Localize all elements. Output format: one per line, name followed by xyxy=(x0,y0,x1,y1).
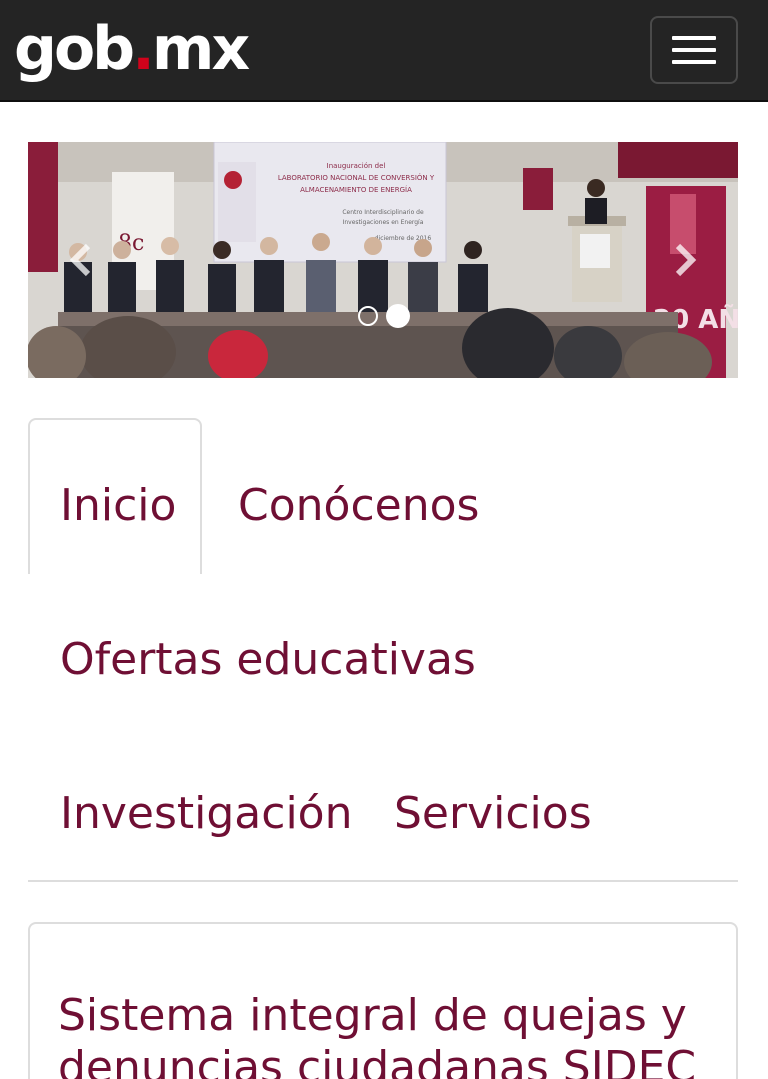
hamburger-menu-icon-bar xyxy=(672,48,716,52)
tab-investigacion[interactable]: Investigación xyxy=(60,788,353,840)
carousel-slide-image: 8c Inauguración del LABORATORIO NACIONAL… xyxy=(28,142,738,378)
chevron-left-icon xyxy=(69,243,91,277)
hamburger-menu-icon-bar xyxy=(672,60,716,64)
panel-title-link[interactable]: Sistema integral de quejas y denuncias c… xyxy=(58,990,718,1079)
banner-line-3: ALMACENAMIENTO DE ENERGÍA xyxy=(300,185,412,194)
tab-conocenos[interactable]: Conócenos xyxy=(238,480,479,532)
menu-toggle-button[interactable] xyxy=(650,16,738,84)
top-navbar: gob.mx xyxy=(0,0,768,102)
tab-ofertas-educativas[interactable]: Ofertas educativas xyxy=(60,634,476,686)
gobmx-logo[interactable]: gob.mx xyxy=(14,14,250,84)
chevron-right-icon xyxy=(675,243,697,277)
logo-text-gob: gob xyxy=(14,14,135,84)
carousel-next-button[interactable] xyxy=(666,240,702,280)
logo-dot: . xyxy=(132,14,155,84)
banner-sub-1: Centro Interdisciplinario de xyxy=(342,209,424,216)
carousel-indicator-1[interactable] xyxy=(358,306,378,326)
tab-inicio[interactable]: Inicio xyxy=(60,480,176,532)
section-tabs: Inicio Conócenos Ofertas educativas Inve… xyxy=(28,418,738,882)
tabs-divider xyxy=(28,880,738,882)
hamburger-menu-icon xyxy=(672,36,716,40)
carousel-prev-button[interactable] xyxy=(64,240,100,280)
content-panel: Sistema integral de quejas y denuncias c… xyxy=(28,922,738,1079)
carousel-indicator-2-active[interactable] xyxy=(386,304,410,328)
tab-servicios[interactable]: Servicios xyxy=(394,788,592,840)
image-carousel[interactable]: 8c Inauguración del LABORATORIO NACIONAL… xyxy=(28,142,738,378)
banner-sub-2: Investigaciones en Energía xyxy=(343,219,424,226)
banner-line-2: LABORATORIO NACIONAL DE CONVERSIÓN Y xyxy=(278,173,435,182)
logo-text-mx: mx xyxy=(151,14,250,84)
banner-line-1: Inauguración del xyxy=(327,162,386,170)
